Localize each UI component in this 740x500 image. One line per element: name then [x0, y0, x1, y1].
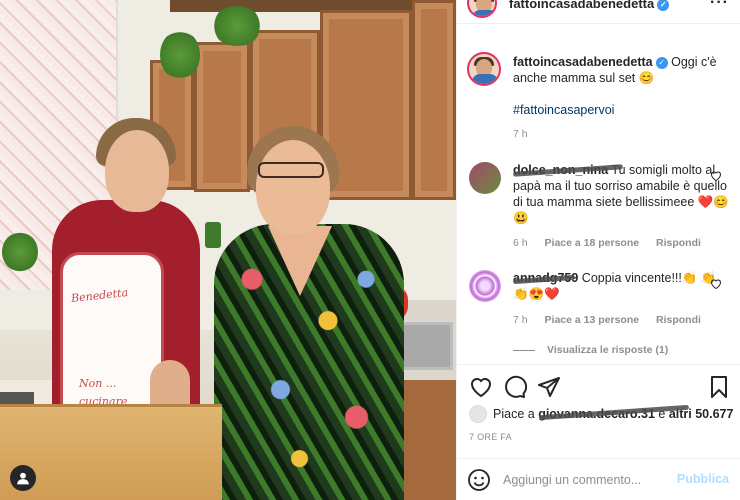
wall-cabinet — [194, 42, 250, 192]
author-avatar[interactable] — [467, 52, 501, 86]
caption: fattoincasadabenedetta ✓ Oggi c'è anche m… — [513, 54, 729, 86]
user-tag-icon[interactable] — [10, 465, 36, 491]
post-actions — [457, 364, 740, 404]
commenter-avatar[interactable] — [469, 162, 501, 194]
comment-likes[interactable]: Piace a 13 persone — [545, 314, 640, 326]
post-timestamp[interactable]: 7 ORE FA — [469, 432, 512, 442]
post-sidebar: fattoincasadabenedetta ✓ ··· fattoincasad… — [456, 0, 740, 500]
reply-button[interactable]: Rispondi — [656, 237, 701, 249]
comment: annadg759 Coppia vincente!!!👏 👏👏😍❤️ — [513, 270, 729, 302]
comment-likes[interactable]: Piace a 18 persone — [545, 237, 640, 249]
wall-cabinet — [412, 0, 456, 200]
plant — [160, 30, 200, 80]
heart-icon[interactable] — [710, 170, 722, 182]
plant — [2, 232, 38, 272]
view-replies-button[interactable]: Visualizza le risposte (1) — [513, 344, 668, 356]
glasses — [258, 162, 324, 178]
face — [256, 140, 330, 234]
apron-text: Benedetta — [70, 286, 129, 305]
author-username[interactable]: fattoincasadabenedetta ✓ — [509, 0, 670, 11]
comment-time: 6 h — [513, 237, 528, 249]
bookmark-icon[interactable] — [707, 375, 731, 399]
more-icon[interactable]: ··· — [710, 0, 729, 12]
publish-button[interactable]: Pubblica — [677, 472, 729, 486]
comment-meta: 6 h Piace a 18 persone Rispondi — [513, 237, 715, 249]
comment-icon[interactable] — [503, 375, 528, 399]
emoji-icon[interactable] — [467, 468, 491, 492]
comment-bar: Pubblica — [457, 458, 740, 500]
commenter-avatar[interactable] — [469, 270, 501, 302]
heart-icon[interactable] — [710, 278, 722, 290]
heart-icon[interactable] — [469, 375, 493, 399]
author-username-text[interactable]: fattoincasadabenedetta — [509, 0, 654, 11]
caption-time: 7 h — [513, 128, 528, 140]
likes-prefix: Piace a — [493, 407, 535, 421]
verified-icon: ✓ — [655, 57, 668, 69]
post-photo[interactable]: Benedetta Non ... cucinare — [0, 0, 456, 500]
post-header: fattoincasadabenedetta ✓ ··· — [457, 0, 740, 24]
jar — [205, 222, 221, 248]
face — [105, 130, 169, 212]
verified-icon: ✓ — [657, 0, 670, 11]
author-avatar[interactable] — [467, 0, 497, 18]
caption-hashtag[interactable]: #fattoincasapervoi — [513, 102, 729, 118]
reply-button[interactable]: Rispondi — [656, 314, 701, 326]
replies-line — [513, 349, 535, 351]
plant — [212, 6, 262, 46]
comment-time: 7 h — [513, 314, 528, 326]
comment-meta: 7 h Piace a 13 persone Rispondi — [513, 314, 715, 326]
share-icon[interactable] — [537, 375, 561, 399]
caption-username[interactable]: fattoincasadabenedetta — [513, 55, 653, 69]
liker-avatar[interactable] — [469, 405, 487, 423]
view-replies-label[interactable]: Visualizza le risposte (1) — [547, 344, 668, 356]
comment-input[interactable] — [503, 470, 673, 490]
